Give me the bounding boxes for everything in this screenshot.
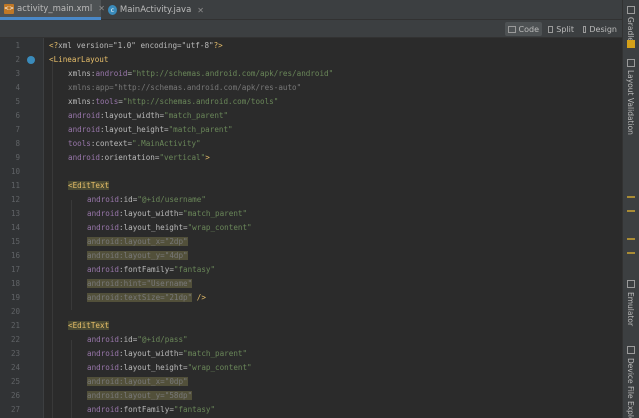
code-line-17: android:fontFamily="fantasy" (87, 265, 216, 274)
line-number: 7 (15, 125, 20, 134)
tab-label: MainActivity.java (119, 5, 192, 15)
view-mode-toolbar: Code Split Design (0, 20, 622, 38)
code-line-12: android:id="@+id/username" (87, 195, 206, 204)
line-number: 22 (10, 335, 20, 344)
line-number: 27 (10, 405, 20, 414)
code-line-9: android:orientation="vertical"> (68, 153, 210, 162)
code-view-icon (508, 25, 516, 33)
line-number: 3 (15, 69, 20, 78)
error-stripe-mark[interactable] (627, 252, 635, 254)
line-number: 17 (10, 265, 20, 274)
emulator-tool-button[interactable]: Emulator (626, 292, 635, 326)
design-view-button[interactable]: Design (580, 22, 620, 36)
line-number: 6 (15, 111, 20, 120)
line-number: 5 (15, 97, 20, 106)
line-number: 11 (10, 181, 20, 190)
code-line-15: android:layout_x="2dp" (87, 237, 188, 246)
code-view-label: Code (518, 24, 539, 34)
line-number: 21 (10, 321, 20, 330)
code-line-2: <LinearLayout (49, 55, 109, 64)
line-number: 18 (10, 279, 20, 288)
code-line-11: <EditText (68, 181, 110, 190)
close-icon[interactable]: ✕ (197, 6, 204, 15)
code-line-7: android:layout_height="match_parent" (68, 125, 233, 134)
line-number: 25 (10, 377, 20, 386)
code-line-22: android:id="@+id/pass" (87, 335, 188, 344)
layout-validation-icon (627, 59, 635, 67)
error-stripe-mark[interactable] (627, 196, 635, 198)
warning-icon[interactable] (627, 40, 635, 48)
right-tool-window-bar: Gradle Layout Validation Emulator Device… (622, 0, 639, 418)
code-line-3: xmlns:android="http://schemas.android.co… (68, 69, 334, 78)
indent-guide (52, 60, 53, 418)
line-number: 24 (10, 363, 20, 372)
emulator-icon (627, 280, 635, 288)
line-number: 16 (10, 251, 20, 260)
line-number: 19 (10, 293, 20, 302)
line-number: 14 (10, 223, 20, 232)
line-number: 15 (10, 237, 20, 246)
code-line-4: xmlns:app="http://schemas.android.com/ap… (68, 83, 302, 92)
code-line-18: android:hint="Username" (87, 279, 193, 288)
code-line-26: android:layout_y="58dp" (87, 391, 193, 400)
split-view-label: Split (556, 24, 574, 34)
error-stripe-mark[interactable] (627, 210, 635, 212)
gradle-icon (627, 6, 635, 14)
line-number: 8 (15, 139, 20, 148)
code-line-19: android:textSize="21dp" /> (87, 293, 206, 302)
line-number: 13 (10, 209, 20, 218)
layout-validation-tool-button[interactable]: Layout Validation (626, 70, 635, 135)
split-view-icon (548, 25, 554, 33)
editor-tab-bar: <> activity_main.xml ✕ c MainActivity.ja… (0, 0, 622, 20)
error-stripe-mark[interactable] (627, 238, 635, 240)
code-line-13: android:layout_width="match_parent" (87, 209, 248, 218)
gradle-tool-button[interactable]: Gradle (626, 17, 635, 42)
code-line-5: xmlns:tools="http://schemas.android.com/… (68, 97, 279, 106)
line-number: 9 (15, 153, 20, 162)
line-number: 26 (10, 391, 20, 400)
code-line-6: android:layout_width="match_parent" (68, 111, 229, 120)
design-view-icon (583, 25, 587, 33)
design-view-label: Design (589, 24, 617, 34)
indent-guide (71, 340, 72, 418)
line-number: 4 (15, 83, 20, 92)
indent-guide (71, 200, 72, 310)
code-view-button[interactable]: Code (505, 22, 542, 36)
line-number: 12 (10, 195, 20, 204)
line-number: 23 (10, 349, 20, 358)
split-view-button[interactable]: Split (545, 22, 577, 36)
code-line-8: tools:context=".MainActivity" (68, 139, 201, 148)
line-number-gutter[interactable]: 1 2 3 4 5 6 7 8 9 10 11 12 13 14 15 16 1… (0, 38, 44, 418)
code-line-24: android:layout_height="wrap_content" (87, 363, 252, 372)
code-line-14: android:layout_height="wrap_content" (87, 223, 252, 232)
tab-main-activity-java[interactable]: c MainActivity.java ✕ (104, 0, 204, 20)
code-line-1: <?xml version="1.0" encoding="utf-8"?> (49, 41, 223, 50)
code-line-23: android:layout_width="match_parent" (87, 349, 248, 358)
code-line-25: android:layout_x="0dp" (87, 377, 188, 386)
line-number: 1 (15, 41, 20, 50)
code-line-21: <EditText (68, 321, 110, 330)
code-editor[interactable]: <?xml version="1.0" encoding="utf-8"?> <… (45, 38, 622, 418)
code-line-16: android:layout_y="4dp" (87, 251, 188, 260)
tab-label: activity_main.xml (17, 3, 93, 14)
line-number: 10 (10, 167, 20, 176)
java-class-icon: c (108, 5, 117, 15)
device-file-explorer-icon (627, 346, 635, 354)
xml-file-icon: <> (3, 3, 15, 14)
line-number: 20 (10, 307, 20, 316)
tab-activity-main-xml[interactable]: <> activity_main.xml ✕ (0, 0, 105, 20)
code-line-27: android:fontFamily="fantasy" (87, 405, 216, 414)
line-number: 2 (15, 55, 20, 64)
activity-gutter-icon[interactable] (27, 56, 35, 64)
device-file-explorer-tool-button[interactable]: Device File Explorer (626, 358, 635, 418)
